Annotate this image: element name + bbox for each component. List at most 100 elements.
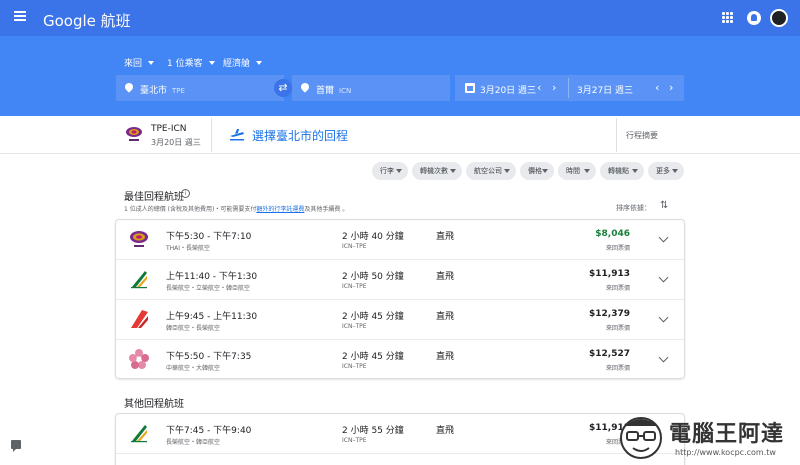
flight-duration: 2 小時 45 分鐘 [342, 352, 404, 362]
flight-route: ICN–TPE [342, 243, 367, 250]
watermark-text: 電腦王阿達 [669, 422, 785, 447]
price-type: 來回票價 [605, 365, 630, 372]
chevron-right-icon[interactable]: › [669, 81, 673, 94]
flight-times: 下午5:50 - 下午7:35 [166, 352, 252, 362]
filter-airlines[interactable]: 航空公司 [466, 162, 516, 180]
passengers-select[interactable]: 1 位乘客 [167, 56, 215, 69]
flight-stops: 直飛 [436, 272, 455, 282]
flight-stops: 直飛 [436, 426, 455, 436]
app-title[interactable]: Google 航班 [43, 10, 131, 31]
apps-grid-icon[interactable] [722, 12, 733, 23]
trip-summary-link[interactable]: 行程摘要 [626, 130, 658, 141]
flight-row[interactable]: 上午11:40 - 下午1:30 長榮航空・立榮航空・韓亞航空 2 小時 50 … [116, 260, 684, 300]
eva-logo [131, 271, 147, 289]
chevron-left-icon[interactable]: ‹ [655, 81, 659, 94]
avatar[interactable] [770, 9, 788, 27]
flight-stops: 直飛 [436, 312, 455, 322]
divider [616, 118, 617, 152]
calendar-icon [465, 83, 475, 93]
flight-airline: 長榮航空・韓亞航空 [166, 439, 221, 446]
chevron-down-icon [504, 169, 510, 173]
flight-duration: 2 小時 50 分鐘 [342, 272, 404, 282]
chevron-left-icon[interactable]: ‹ [537, 81, 541, 94]
chevron-down-icon[interactable] [658, 312, 669, 323]
flight-stops: 直飛 [436, 352, 455, 362]
location-pin-icon [299, 81, 311, 93]
chevron-down-icon [396, 169, 402, 173]
divider [568, 78, 569, 98]
feedback-icon[interactable] [11, 440, 21, 452]
divider [0, 153, 800, 154]
other-flights-list: 下午7:45 - 下午9:40 長榮航空・韓亞航空 2 小時 55 分鐘 ICN… [116, 414, 684, 465]
thai-logo [130, 231, 148, 247]
notifications-icon[interactable] [747, 11, 761, 25]
flight-airline: 韓亞航空・長榮航空 [166, 325, 221, 332]
flight-route: ICN–TPE [342, 283, 367, 290]
asiana-logo [131, 310, 148, 328]
trip-type-select[interactable]: 來回 [124, 56, 155, 69]
location-pin-icon [123, 81, 135, 93]
chevron-down-icon [208, 61, 215, 65]
china-airlines-logo [129, 349, 149, 369]
cabin-select[interactable]: 經濟艙 [223, 56, 263, 69]
chevron-down-icon [542, 169, 548, 173]
flight-duration: 2 小時 40 分鐘 [342, 232, 404, 242]
chevron-down-icon [672, 169, 678, 173]
other-flights-title: 其他回程航班 [124, 399, 184, 410]
flight-airline: 中華航空・大韓航空 [166, 365, 221, 372]
flight-times: 上午11:40 - 下午1:30 [166, 272, 258, 282]
chevron-right-icon[interactable]: › [552, 81, 556, 94]
flight-row[interactable]: 下午5:50 - 下午7:35 中華航空・大韓航空 2 小時 45 分鐘 ICN… [116, 340, 684, 380]
swap-icon[interactable]: ⇄ [274, 79, 292, 97]
eva-logo [131, 425, 147, 443]
mascot-logo [620, 417, 662, 459]
leg-date: 3月20日 週三 [151, 138, 201, 147]
origin-field[interactable]: 臺北市 TPE [116, 75, 284, 101]
flight-times: 上午9:45 - 上午11:30 [166, 312, 258, 322]
watermark: 電腦王阿達 http://www.kocpc.com.tw [617, 412, 797, 464]
flight-times: 下午7:45 - 下午9:40 [166, 426, 252, 436]
flight-airline: 長榮航空・立榮航空・韓亞航空 [166, 285, 251, 292]
flight-row[interactable]: 上午9:45 - 上午11:30 韓亞航空・長榮航空 2 小時 45 分鐘 IC… [116, 300, 684, 340]
best-flights-list: 下午5:30 - 下午7:10 THAI・長榮航空 2 小時 40 分鐘 ICN… [116, 220, 684, 378]
step-bar: TPE-ICN 3月20日 週三 選擇臺北市的回程 行程摘要 [116, 118, 684, 152]
depart-date[interactable]: 3月20日 週三 [480, 83, 536, 96]
filter-connecting-airports[interactable]: 轉機點 [600, 162, 644, 180]
flight-stops: 直飛 [436, 232, 455, 242]
sort-label: 排序依據： [616, 204, 651, 212]
chevron-down-icon[interactable] [658, 232, 669, 243]
filter-baggage[interactable]: 行李 [372, 162, 408, 180]
flight-row[interactable]: 下午5:30 - 下午7:10 THAI・長榮航空 2 小時 40 分鐘 ICN… [116, 220, 684, 260]
destination-field[interactable]: 首爾 ICN [292, 75, 450, 101]
app-bar: Google 航班 [0, 0, 800, 36]
filter-price[interactable]: 價格 [520, 162, 554, 180]
flight-route: ICN–TPE [342, 437, 367, 444]
price-note: 1 位成人的總價 (含稅及其他費用)・可能需要支付額外的行李託運費及其他手續費 … [124, 206, 349, 213]
chevron-down-icon [148, 61, 155, 65]
menu-icon[interactable] [14, 11, 26, 21]
price-type: 來回票價 [605, 285, 630, 292]
filter-stops[interactable]: 轉機次數 [412, 162, 462, 180]
best-flights-title: 最佳回程航班 [124, 192, 184, 203]
chevron-down-icon[interactable] [658, 352, 669, 363]
return-date[interactable]: 3月27日 週三 [577, 83, 633, 96]
chevron-down-icon [632, 169, 638, 173]
chevron-down-icon [584, 169, 590, 173]
plane-icon [230, 129, 244, 141]
chevron-down-icon[interactable] [658, 272, 669, 283]
sort-icon[interactable]: ⇅ [660, 200, 668, 211]
flight-route: ICN–TPE [342, 323, 367, 330]
flight-row[interactable]: 下午7:45 - 下午9:40 長榮航空・韓亞航空 2 小時 55 分鐘 ICN… [116, 414, 684, 454]
filter-more[interactable]: 更多 [648, 162, 684, 180]
flight-price: $8,046 [595, 229, 630, 239]
date-field[interactable]: 3月20日 週三 ‹ › 3月27日 週三 ‹ › [455, 75, 684, 101]
filter-time[interactable]: 時間 [558, 162, 596, 180]
info-icon[interactable]: i [181, 189, 190, 198]
baggage-fee-link[interactable]: 額外的行李託運費 [256, 206, 304, 213]
flight-times: 下午5:30 - 下午7:10 [166, 232, 252, 242]
divider [211, 118, 212, 152]
thai-logo [126, 127, 142, 141]
chevron-down-icon [450, 169, 456, 173]
flight-airline: THAI・長榮航空 [166, 245, 211, 252]
watermark-url: http://www.kocpc.com.tw [675, 448, 776, 457]
